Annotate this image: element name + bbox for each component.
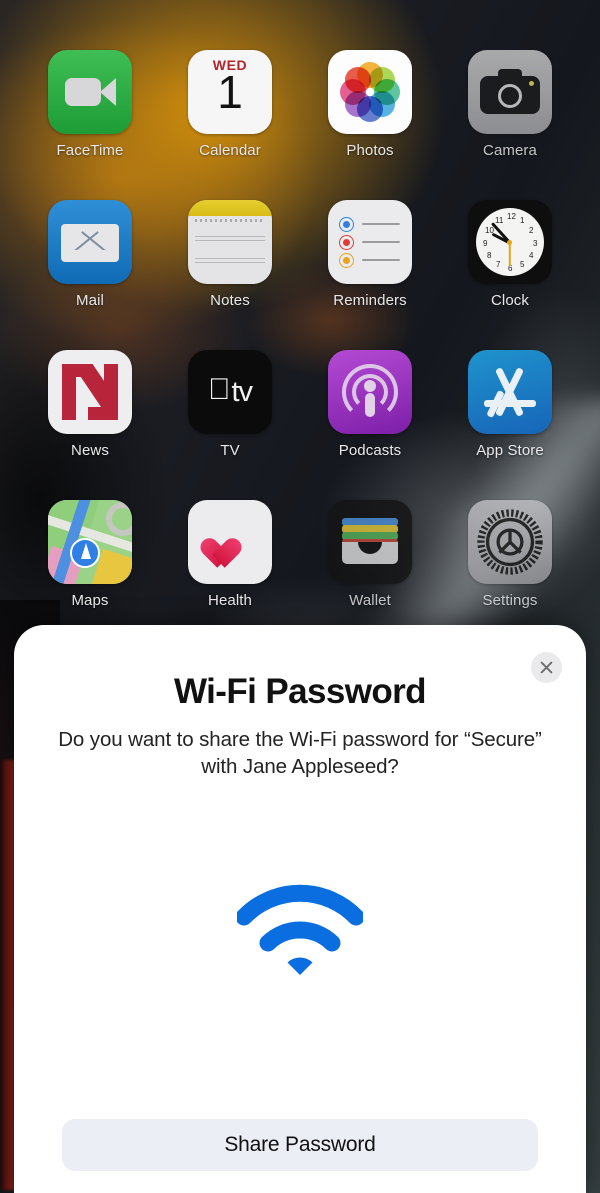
clock-numeral: 2: [529, 226, 534, 235]
app-label: App Store: [476, 442, 544, 459]
photos-icon: [328, 50, 412, 134]
app-icon-wallet[interactable]: Wallet: [300, 500, 440, 609]
apple-logo-icon: : [208, 375, 231, 405]
reminders-icon: [328, 200, 412, 284]
app-label: Camera: [483, 142, 537, 159]
app-label: News: [71, 442, 109, 459]
app-label: TV: [220, 442, 240, 459]
app-icon-settings[interactable]: Settings: [440, 500, 580, 609]
app-icon-tv[interactable]:  tv TV: [160, 350, 300, 459]
app-icon-photos[interactable]: Photos: [300, 50, 440, 159]
app-label: Maps: [71, 592, 109, 609]
wifi-icon: [237, 884, 363, 975]
app-label: Settings: [482, 592, 538, 609]
app-icon-reminders[interactable]: Reminders: [300, 200, 440, 309]
clock-numeral: 8: [487, 251, 492, 260]
app-icon-clock[interactable]: 12 1 2 3 4 5 6 7 8 9 10 11 Clock: [440, 200, 580, 309]
health-icon: [188, 500, 272, 584]
wifi-illustration: [14, 883, 586, 975]
clock-numeral: 9: [483, 239, 488, 248]
calendar-icon: WED 1: [188, 50, 272, 134]
tv-icon:  tv: [188, 350, 272, 434]
clock-numeral: 1: [520, 216, 525, 225]
close-button[interactable]: [531, 652, 562, 683]
app-label: Calendar: [199, 142, 261, 159]
app-label: FaceTime: [56, 142, 124, 159]
close-icon: [540, 661, 553, 674]
clock-icon: 12 1 2 3 4 5 6 7 8 9 10 11: [468, 200, 552, 284]
app-label: Notes: [210, 292, 250, 309]
app-icon-podcasts[interactable]: Podcasts: [300, 350, 440, 459]
settings-icon: [468, 500, 552, 584]
clock-numeral: 12: [507, 212, 516, 221]
app-icon-news[interactable]: News: [20, 350, 160, 459]
sheet-message: Do you want to share the Wi-Fi password …: [58, 728, 542, 778]
app-label: Health: [208, 592, 252, 609]
notes-icon: [188, 200, 272, 284]
app-label: Wallet: [349, 592, 391, 609]
page-title: Wi-Fi Password: [174, 672, 426, 711]
clock-numeral: 11: [495, 216, 504, 225]
share-password-button[interactable]: Share Password: [62, 1119, 538, 1171]
app-icon-facetime[interactable]: FaceTime: [20, 50, 160, 159]
clock-numeral: 5: [520, 260, 525, 269]
clock-numeral: 7: [496, 260, 501, 269]
app-icon-maps[interactable]: Maps: [20, 500, 160, 609]
app-icon-health[interactable]: Health: [160, 500, 300, 609]
wallet-icon: [328, 500, 412, 584]
clock-numeral: 4: [529, 251, 534, 260]
maps-icon: [48, 500, 132, 584]
app-label: Podcasts: [338, 442, 402, 459]
app-label: Reminders: [333, 292, 407, 309]
app-icon-app-store[interactable]: App Store: [440, 350, 580, 459]
clock-numeral: 3: [533, 239, 538, 248]
calendar-day: 1: [217, 66, 243, 118]
app-label: Clock: [490, 292, 529, 309]
app-icon-camera[interactable]: Camera: [440, 50, 580, 159]
home-screen-app-grid: FaceTime WED 1 Calendar Photos Camera Ma…: [0, 0, 600, 625]
facetime-icon: [48, 50, 132, 134]
app-icon-notes[interactable]: Notes: [160, 200, 300, 309]
app-store-icon: [468, 350, 552, 434]
app-icon-mail[interactable]: Mail: [20, 200, 160, 309]
camera-icon: [468, 50, 552, 134]
news-icon: [48, 350, 132, 434]
wifi-password-sheet: Wi-Fi Password Do you want to share the …: [14, 625, 586, 1193]
app-label: Photos: [346, 142, 394, 159]
app-label: Mail: [76, 292, 104, 309]
mail-icon: [48, 200, 132, 284]
tv-wordmark: tv: [220, 375, 253, 408]
podcasts-icon: [328, 350, 412, 434]
app-icon-calendar[interactable]: WED 1 Calendar: [160, 50, 300, 159]
